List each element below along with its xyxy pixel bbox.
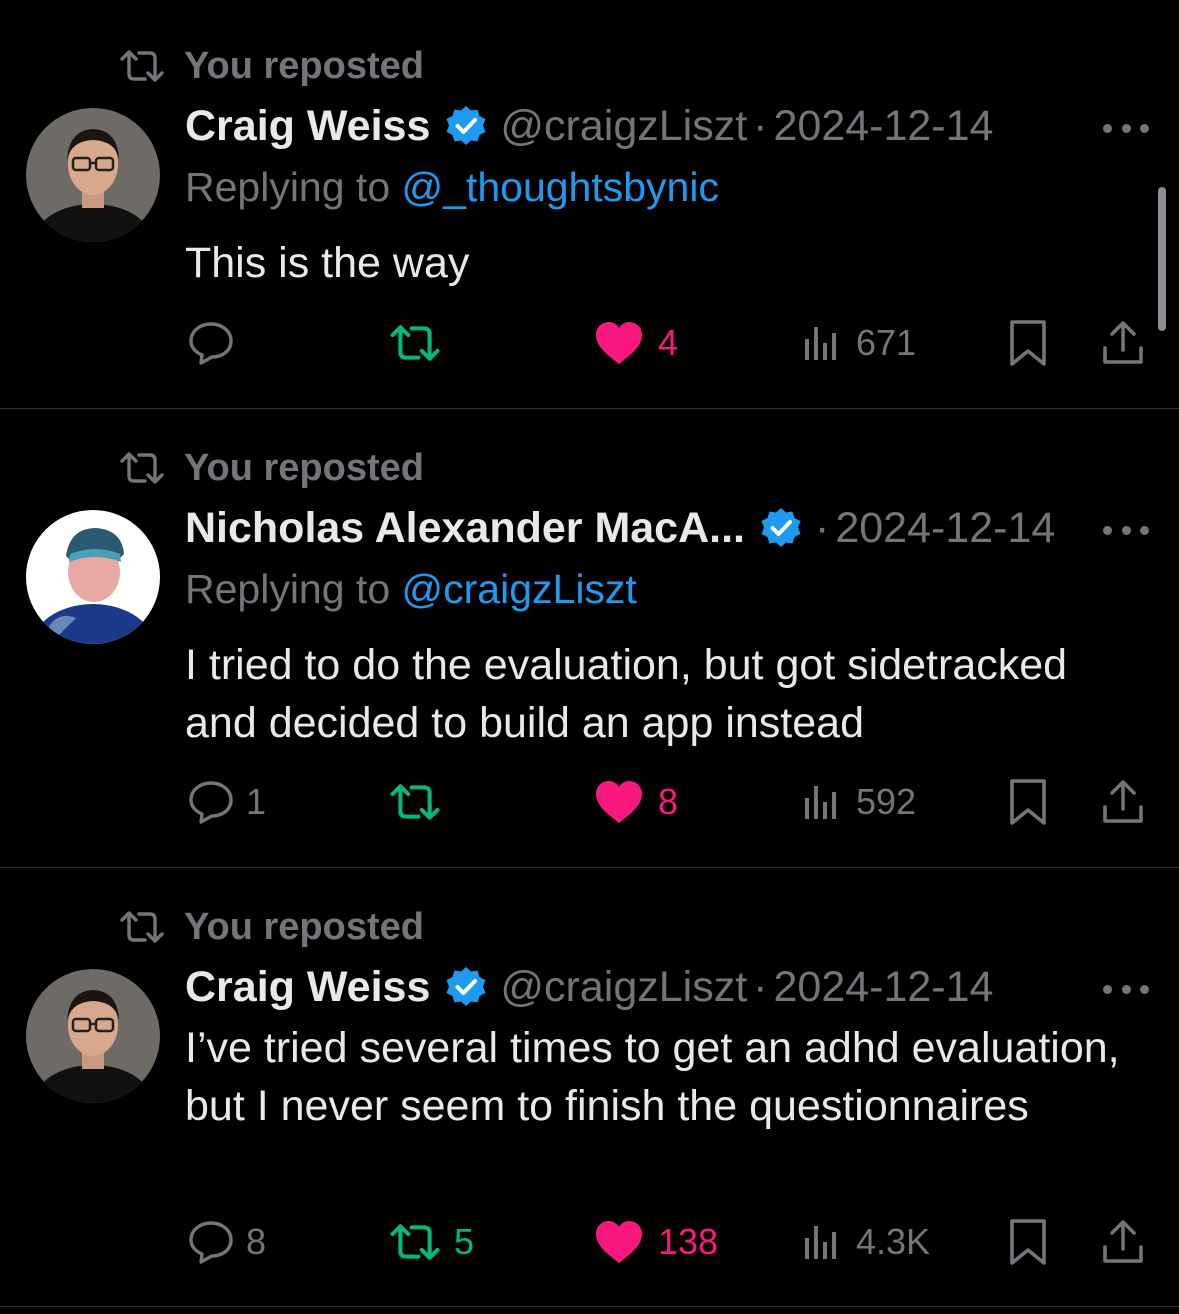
post-header: Craig Weiss @craigzLiszt · 2024-12-14 [185,961,1159,1013]
repost-icon [390,1224,440,1260]
post-card[interactable]: You reposted Craig Weiss @craigzLiszt · [0,0,1179,408]
post-header: Craig Weiss @craigzLiszt · 2024-12-14 [185,100,1159,152]
post-text: I’ve tried several times to get an adhd … [185,1024,1120,1130]
post-card[interactable]: You reposted Nicholas Alexander MacA... … [0,409,1179,867]
post-date[interactable]: 2024-12-14 [773,963,993,1012]
like-button[interactable]: 4 [594,313,678,373]
post-divider [0,1306,1179,1307]
repost-context-label: You reposted [184,905,424,948]
share-icon [1103,780,1143,823]
author-name[interactable]: Nicholas Alexander MacA... [185,504,745,553]
repost-button[interactable]: 5 [388,1212,474,1272]
post-card[interactable]: You reposted Craig Weiss @craigzLiszt · [0,868,1179,1314]
heart-icon [596,781,642,823]
views-button[interactable]: 4.3K [802,1212,930,1272]
separator-dot: · [753,101,768,150]
separator-dot: · [815,503,830,552]
more-options-icon[interactable] [1103,121,1149,135]
repost-icon [120,911,164,943]
post-text: This is the way [185,239,470,287]
author-handle[interactable]: @craigzLiszt [500,102,747,151]
author-handle[interactable]: @craigzLiszt [500,963,747,1012]
reply-count: 1 [246,781,267,822]
bookmark-button[interactable] [1008,1212,1048,1272]
repost-count: 5 [454,1221,475,1262]
share-icon [1103,1220,1143,1263]
post-actions: 1 8 592 [0,772,1179,832]
reply-button[interactable] [186,313,250,373]
bookmark-icon [1010,1219,1046,1265]
share-icon [1103,321,1143,364]
view-count: 4.3K [856,1221,931,1262]
avatar[interactable] [26,969,160,1103]
repost-icon [390,784,440,820]
replying-to-label: Replying to [185,566,391,612]
replying-to: Replying to @craigzLiszt [185,566,637,613]
repost-context: You reposted [118,44,424,87]
replying-to-label: Replying to [185,164,391,210]
view-count: 592 [856,781,917,822]
replying-to: Replying to @_thoughtsbynic [185,164,719,211]
repost-context: You reposted [118,446,424,489]
author-name[interactable]: Craig Weiss [185,963,430,1012]
bookmark-icon [1010,320,1046,366]
verified-badge-icon [446,106,486,145]
reply-button[interactable]: 8 [186,1212,266,1272]
separator-dot: · [753,962,768,1011]
reply-count: 8 [246,1221,267,1262]
views-button[interactable]: 592 [802,772,916,832]
heart-icon [596,322,642,364]
post-date[interactable]: 2024-12-14 [773,102,993,151]
reply-icon [189,322,233,365]
like-count: 8 [658,781,679,822]
repost-context: You reposted [118,905,424,948]
replying-to-mention[interactable]: @craigzLiszt [402,566,637,612]
avatar[interactable] [26,510,160,644]
share-button[interactable] [1100,313,1146,373]
views-icon [805,327,836,360]
repost-context-label: You reposted [184,44,424,87]
like-count: 4 [658,322,679,363]
post-date[interactable]: 2024-12-14 [835,504,1055,553]
repost-icon [120,452,164,484]
reply-icon [189,1221,233,1264]
repost-icon [390,325,440,361]
repost-context-label: You reposted [184,446,424,489]
bookmark-icon [1010,779,1046,825]
share-button[interactable] [1100,772,1146,832]
repost-button[interactable] [388,313,456,373]
share-button[interactable] [1100,1212,1146,1272]
bookmark-button[interactable] [1008,313,1048,373]
view-count: 671 [856,322,917,363]
like-button[interactable]: 8 [594,772,678,832]
repost-button[interactable] [388,772,456,832]
reply-button[interactable]: 1 [186,772,266,832]
reply-icon [189,781,233,824]
views-button[interactable]: 671 [802,313,916,373]
avatar[interactable] [26,108,160,242]
heart-icon [596,1221,642,1263]
views-icon [805,786,836,819]
verified-badge-icon [761,508,801,547]
timeline-feed: You reposted Craig Weiss @craigzLiszt · [0,0,1179,1314]
post-header: Nicholas Alexander MacA... · 2024-12-14 [185,502,1159,554]
views-icon [805,1226,836,1259]
more-options-icon[interactable] [1103,523,1149,537]
like-count: 138 [658,1221,719,1262]
verified-badge-icon [446,967,486,1006]
post-actions: 4 671 [0,313,1179,373]
bookmark-button[interactable] [1008,772,1048,832]
replying-to-mention[interactable]: @_thoughtsbynic [402,164,719,210]
post-text: I tried to do the evaluation, but got si… [185,641,1068,747]
more-options-icon[interactable] [1103,982,1149,996]
author-name[interactable]: Craig Weiss [185,102,430,151]
post-actions: 8 5 138 4.3K [0,1212,1179,1272]
scrollbar-thumb[interactable] [1158,187,1166,331]
repost-icon [120,50,164,82]
like-button[interactable]: 138 [594,1212,718,1272]
